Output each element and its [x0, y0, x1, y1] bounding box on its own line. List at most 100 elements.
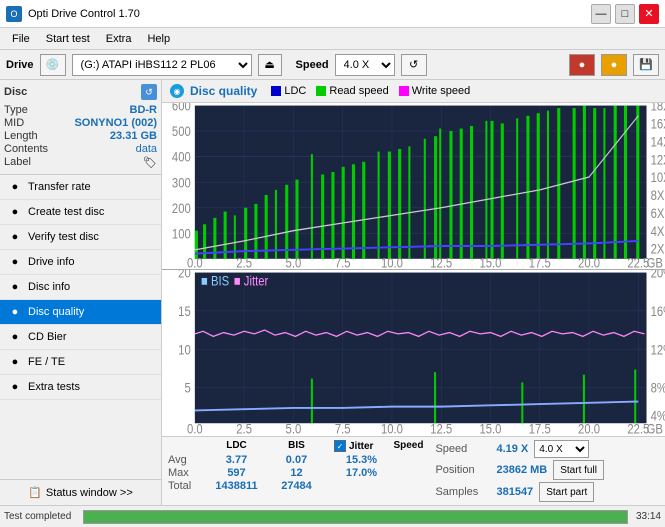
sidebar-item-label-create-test-disc: Create test disc: [28, 206, 104, 218]
svg-text:2.5: 2.5: [236, 420, 252, 436]
menu-start-test[interactable]: Start test: [38, 31, 98, 47]
svg-text:18X: 18X: [651, 103, 665, 114]
disc-label-row: Label 🏷: [4, 156, 157, 169]
disc-mid-key: MID: [4, 117, 24, 129]
sidebar-item-disc-quality[interactable]: ● Disc quality: [0, 300, 161, 325]
svg-text:20: 20: [178, 270, 191, 281]
speed-stat-val: 4.19 X: [496, 443, 528, 455]
toolbar: Drive 💿 (G:) ATAPI iHBS112 2 PL06 ⏏ Spee…: [0, 50, 665, 80]
eject-button[interactable]: ⏏: [258, 54, 282, 76]
svg-text:12.5: 12.5: [430, 420, 452, 436]
max-label: Max: [168, 467, 204, 479]
fe-te-icon: ●: [8, 355, 22, 369]
disc-mid-val: SONYNO1 (002): [74, 117, 157, 129]
maximize-button[interactable]: □: [615, 4, 635, 24]
sidebar-item-label-cd-bier: CD Bier: [28, 331, 67, 343]
progress-bar-container: [83, 510, 628, 524]
content-area: ◉ Disc quality LDC Read speed Write spee…: [162, 80, 665, 505]
menu-bar: File Start test Extra Help: [0, 28, 665, 50]
sidebar-item-drive-info[interactable]: ●Drive info: [0, 250, 161, 275]
max-jitter: 17.0%: [324, 467, 399, 479]
refresh-icon[interactable]: ↺: [401, 54, 427, 76]
svg-text:GB: GB: [647, 420, 663, 436]
svg-text:5.0: 5.0: [286, 254, 302, 269]
svg-text:5: 5: [184, 379, 190, 396]
samples-row: Samples 381547 Start part: [435, 482, 603, 502]
nav-items-container: ●Transfer rate●Create test disc●Verify t…: [0, 175, 161, 400]
stats-area: LDC BIS ✓ Jitter Speed Avg 3.77: [162, 436, 665, 505]
jitter-checkbox[interactable]: ✓: [334, 440, 346, 452]
legend-write-box: [399, 86, 409, 96]
menu-extra[interactable]: Extra: [98, 31, 140, 47]
drive-icon: 💿: [40, 54, 66, 76]
svg-text:200: 200: [172, 200, 191, 217]
speed-label: Speed: [296, 59, 329, 71]
svg-text:14X: 14X: [651, 133, 665, 150]
svg-text:17.5: 17.5: [529, 420, 551, 436]
icon-btn-1[interactable]: ●: [569, 54, 595, 76]
sidebar-item-fe-te[interactable]: ● FE / TE: [0, 350, 161, 375]
sidebar-item-label-verify-test-disc: Verify test disc: [28, 231, 99, 243]
avg-ldc: 3.77: [204, 454, 269, 466]
svg-text:15.0: 15.0: [480, 254, 502, 269]
sidebar-item-label-drive-info: Drive info: [28, 256, 74, 268]
sidebar-item-label-transfer-rate: Transfer rate: [28, 181, 91, 193]
svg-text:400: 400: [172, 149, 191, 166]
avg-jitter: 15.3%: [324, 454, 399, 466]
svg-text:20.0: 20.0: [578, 254, 600, 269]
sidebar-item-create-test-disc[interactable]: ●Create test disc: [0, 200, 161, 225]
samples-val: 381547: [496, 486, 533, 498]
svg-text:600: 600: [172, 103, 191, 114]
legend-read-label: Read speed: [329, 85, 388, 97]
disc-type-row: Type BD-R: [4, 104, 157, 116]
svg-text:4X: 4X: [651, 223, 665, 240]
sidebar-item-label-disc-info: Disc info: [28, 281, 70, 293]
disc-contents-val: data: [136, 143, 157, 155]
disc-type-val: BD-R: [130, 104, 158, 116]
svg-text:20.0: 20.0: [578, 420, 600, 436]
start-part-button[interactable]: Start part: [539, 482, 594, 502]
sidebar-item-label-disc-quality: Disc quality: [28, 306, 84, 318]
sidebar-item-label-fe-te: FE / TE: [28, 356, 65, 368]
drive-select[interactable]: (G:) ATAPI iHBS112 2 PL06: [72, 54, 252, 76]
bis-col-header: BIS: [269, 440, 324, 452]
menu-help[interactable]: Help: [139, 31, 178, 47]
total-bis: 27484: [269, 480, 324, 492]
disc-quality-icon: ●: [8, 305, 22, 319]
chart-top: 600 500 400 300 200 100 18X 16X 14X 12X …: [162, 103, 665, 270]
sidebar-item-transfer-rate[interactable]: ●Transfer rate: [0, 175, 161, 200]
disc-refresh-button[interactable]: ↺: [141, 84, 157, 100]
total-ldc: 1438811: [204, 480, 269, 492]
sidebar-item-extra-tests[interactable]: ●Extra tests: [0, 375, 161, 400]
jitter-check[interactable]: ✓ Jitter: [334, 440, 373, 452]
title-bar-controls[interactable]: — □ ✕: [591, 4, 659, 24]
svg-text:100: 100: [172, 225, 191, 242]
sidebar-item-cd-bier[interactable]: ●CD Bier: [0, 325, 161, 350]
app-icon: O: [6, 6, 22, 22]
sidebar-item-label-extra-tests: Extra tests: [28, 381, 80, 393]
speed-stat-select[interactable]: 4.0 X: [534, 440, 589, 458]
legend-ldc: LDC: [271, 85, 306, 97]
speed-select[interactable]: 4.0 X: [335, 54, 395, 76]
legend-write: Write speed: [399, 85, 471, 97]
title-bar: O Opti Drive Control 1.70 — □ ✕: [0, 0, 665, 28]
svg-text:8%: 8%: [651, 379, 665, 396]
speed-col-header: Speed: [393, 440, 423, 452]
sidebar-item-disc-info[interactable]: ● Disc info: [0, 275, 161, 300]
close-button[interactable]: ✕: [639, 4, 659, 24]
status-window-button[interactable]: 📋 Status window >>: [0, 479, 161, 505]
stats-table: LDC BIS ✓ Jitter Speed Avg 3.77: [168, 440, 423, 492]
svg-text:10.0: 10.0: [381, 420, 403, 436]
icon-btn-2[interactable]: ●: [601, 54, 627, 76]
legend-read: Read speed: [316, 85, 388, 97]
menu-file[interactable]: File: [4, 31, 38, 47]
save-button[interactable]: 💾: [633, 54, 659, 76]
start-full-button[interactable]: Start full: [553, 460, 604, 480]
sidebar-item-verify-test-disc[interactable]: ●Verify test disc: [0, 225, 161, 250]
stats-right: Speed 4.19 X 4.0 X Position 23862 MB Sta…: [435, 440, 603, 502]
speed-row: Speed 4.19 X 4.0 X: [435, 440, 603, 458]
disc-info-icon: ●: [8, 280, 22, 294]
minimize-button[interactable]: —: [591, 4, 611, 24]
svg-text:10: 10: [178, 341, 191, 358]
svg-text:12.5: 12.5: [430, 254, 452, 269]
